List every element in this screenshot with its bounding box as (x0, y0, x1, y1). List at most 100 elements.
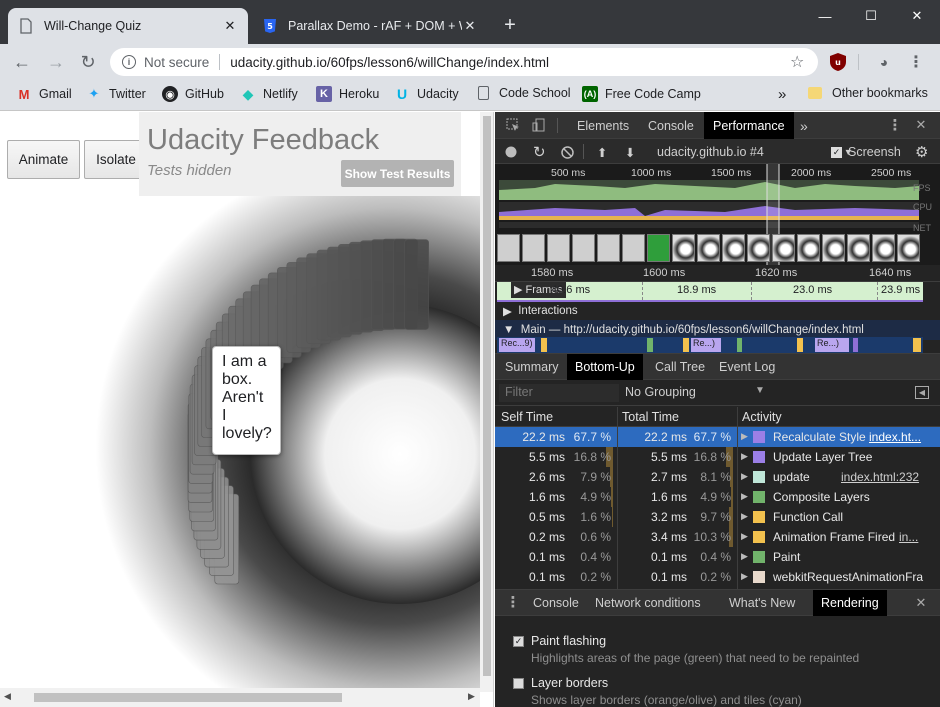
close-icon[interactable]: ✕ (913, 595, 929, 611)
filter-input[interactable]: Filter (499, 384, 619, 402)
bookmark-twitter[interactable]: ✦ Twitter (86, 86, 146, 102)
bookmark-code-school[interactable]: Code School (478, 86, 571, 100)
bookmark-netlify[interactable]: ◆ Netlify (240, 86, 298, 102)
expand-arrow-icon[interactable]: ▶ (741, 471, 748, 482)
upload-icon[interactable]: ⬆ (597, 144, 607, 160)
screenshot-thumbnail[interactable] (897, 234, 920, 262)
close-window-button[interactable]: ✕ (894, 0, 940, 32)
grouping-select[interactable]: No Grouping (625, 385, 696, 399)
expand-arrow-icon[interactable]: ▶ (741, 491, 748, 502)
download-icon[interactable]: ⬇ (625, 144, 635, 160)
tab-elements[interactable]: Elements (568, 112, 638, 139)
table-row[interactable]: 0.1 ms 0.2 % 0.1 ms 0.2 % ▶ webkitRequestAnim… (495, 567, 940, 587)
flame-block[interactable] (913, 338, 921, 352)
frames-track[interactable]: ▶ Frames 40.6 ms 18.9 ms 23.0 ms 23.9 ms (497, 282, 923, 300)
bookmark-github[interactable]: ◉ GitHub (162, 86, 224, 102)
screenshot-thumbnail[interactable] (772, 234, 795, 262)
target-select[interactable]: udacity.github.io #4 ▼ (657, 144, 853, 160)
tab-will-change-quiz[interactable]: Will-Change Quiz ✕ (8, 8, 248, 44)
ublock-icon[interactable]: u (828, 52, 848, 72)
table-row[interactable]: 5.5 ms 16.8 % 5.5 ms 16.8 % ▶ Update Layer Tr… (495, 447, 940, 467)
flame-block[interactable] (853, 338, 858, 352)
scrollbar-thumb[interactable] (34, 693, 342, 702)
source-link[interactable]: index.html:232 (841, 470, 919, 484)
table-row[interactable]: 0.5 ms 1.6 % 3.2 ms 9.7 % ▶ Function Call (495, 507, 940, 527)
tab-rendering[interactable]: Rendering (813, 590, 887, 616)
main-thread-flamechart[interactable]: Rec...9) Re...) Re...) (497, 337, 923, 353)
scroll-left-arrow-icon[interactable]: ◀ (4, 691, 11, 702)
bookmark-free-code-camp[interactable]: (A) Free Code Camp (582, 86, 701, 102)
close-icon[interactable]: ✕ (913, 117, 929, 133)
source-link[interactable]: index.ht... (869, 430, 921, 444)
screenshot-thumbnail[interactable] (722, 234, 745, 262)
inspect-element-icon[interactable] (505, 117, 521, 133)
url-text[interactable]: udacity.github.io/60fps/lesson6/willChan… (230, 55, 790, 70)
info-icon[interactable]: i (122, 55, 136, 69)
minimize-button[interactable]: — (802, 0, 848, 32)
screenshot-thumbnail[interactable] (597, 234, 620, 262)
more-tabs-button[interactable]: » (791, 112, 817, 139)
screenshot-thumbnail[interactable] (797, 234, 820, 262)
flame-block[interactable] (797, 338, 803, 352)
expand-arrow-icon[interactable]: ▶ (741, 451, 748, 462)
screenshot-thumbnail[interactable] (872, 234, 895, 262)
flame-block[interactable] (647, 338, 653, 352)
bookmark-heroku[interactable]: K Heroku (316, 86, 379, 102)
bookmark-other[interactable]: Other bookmarks (808, 86, 928, 100)
tab-console[interactable]: Console (639, 112, 703, 139)
column-activity[interactable]: Activity (742, 410, 782, 424)
source-link[interactable]: in... (899, 530, 918, 544)
clear-icon[interactable] (561, 144, 574, 160)
screenshot-thumbnail[interactable] (497, 234, 520, 262)
record-icon[interactable] (505, 144, 517, 160)
screenshot-thumbnail[interactable] (522, 234, 545, 262)
screenshot-thumbnail[interactable] (572, 234, 595, 262)
screenshot-thumbnail[interactable] (747, 234, 770, 262)
address-bar[interactable]: i Not secure udacity.github.io/60fps/les… (110, 48, 818, 76)
screenshot-thumbnail[interactable] (672, 234, 695, 262)
flame-block[interactable] (541, 338, 547, 352)
animate-button[interactable]: Animate (7, 140, 80, 179)
incognito-icon[interactable]: ◕ (874, 52, 894, 72)
gear-icon[interactable]: ⚙ (915, 144, 928, 161)
drawer-menu-icon[interactable]: ⋮ (505, 594, 521, 611)
expand-arrow-icon[interactable]: ▶ (741, 511, 748, 522)
tab-parallax-demo[interactable]: 5 Parallax Demo - rAF + DOM + W ✕ (252, 8, 488, 44)
screenshot-thumbnail[interactable] (622, 234, 645, 262)
expand-arrow-icon[interactable]: ▶ (741, 431, 748, 442)
tab-performance[interactable]: Performance (704, 112, 794, 139)
tab-call-tree[interactable]: Call Tree (647, 354, 713, 380)
bookmark-udacity[interactable]: U Udacity (394, 86, 459, 102)
table-row[interactable]: 2.6 ms 7.9 % 2.7 ms 8.1 % ▶ update index.html:… (495, 467, 940, 487)
close-icon[interactable]: ✕ (462, 18, 478, 34)
expand-arrow-icon[interactable]: ▶ (741, 571, 748, 582)
close-icon[interactable]: ✕ (222, 18, 238, 34)
flame-block[interactable] (737, 338, 742, 352)
reload-record-icon[interactable]: ↻ (533, 144, 546, 161)
table-row[interactable]: 1.6 ms 4.9 % 1.6 ms 4.9 % ▶ Composite Layers (495, 487, 940, 507)
forward-button[interactable]: → (42, 48, 70, 76)
scrollbar-thumb[interactable] (483, 116, 491, 676)
screenshot-thumbnail[interactable] (647, 234, 670, 262)
screenshot-thumbnail[interactable] (822, 234, 845, 262)
bookmarks-overflow-button[interactable]: » (778, 86, 786, 103)
back-button[interactable]: ← (8, 48, 36, 76)
maximize-button[interactable]: ☐ (848, 0, 894, 32)
expand-arrow-icon[interactable]: ▶ (741, 551, 748, 562)
flame-block[interactable] (683, 338, 689, 352)
screenshot-thumbnail[interactable] (697, 234, 720, 262)
scroll-right-arrow-icon[interactable]: ▶ (468, 691, 475, 702)
flame-block[interactable]: Re...) (691, 338, 721, 352)
screenshot-thumbnail[interactable] (847, 234, 870, 262)
table-row[interactable]: 0.1 ms 0.4 % 0.1 ms 0.4 % ▶ Paint (495, 547, 940, 567)
tab-event-log[interactable]: Event Log (711, 354, 783, 380)
timeline-overview[interactable]: 500 ms 1000 ms 1500 ms 2000 ms 2500 ms F… (495, 164, 940, 265)
horizontal-scrollbar[interactable]: ◀ ▶ (0, 688, 480, 707)
customize-menu-icon[interactable]: ⋮ (887, 117, 903, 134)
vertical-scrollbar[interactable] (480, 112, 493, 692)
flame-block[interactable]: Rec...9) (499, 338, 535, 352)
device-toolbar-icon[interactable] (531, 117, 547, 133)
tab-whats-new[interactable]: What's New (721, 590, 803, 616)
bookmark-gmail[interactable]: M Gmail (16, 86, 72, 102)
tab-summary[interactable]: Summary (497, 354, 566, 380)
